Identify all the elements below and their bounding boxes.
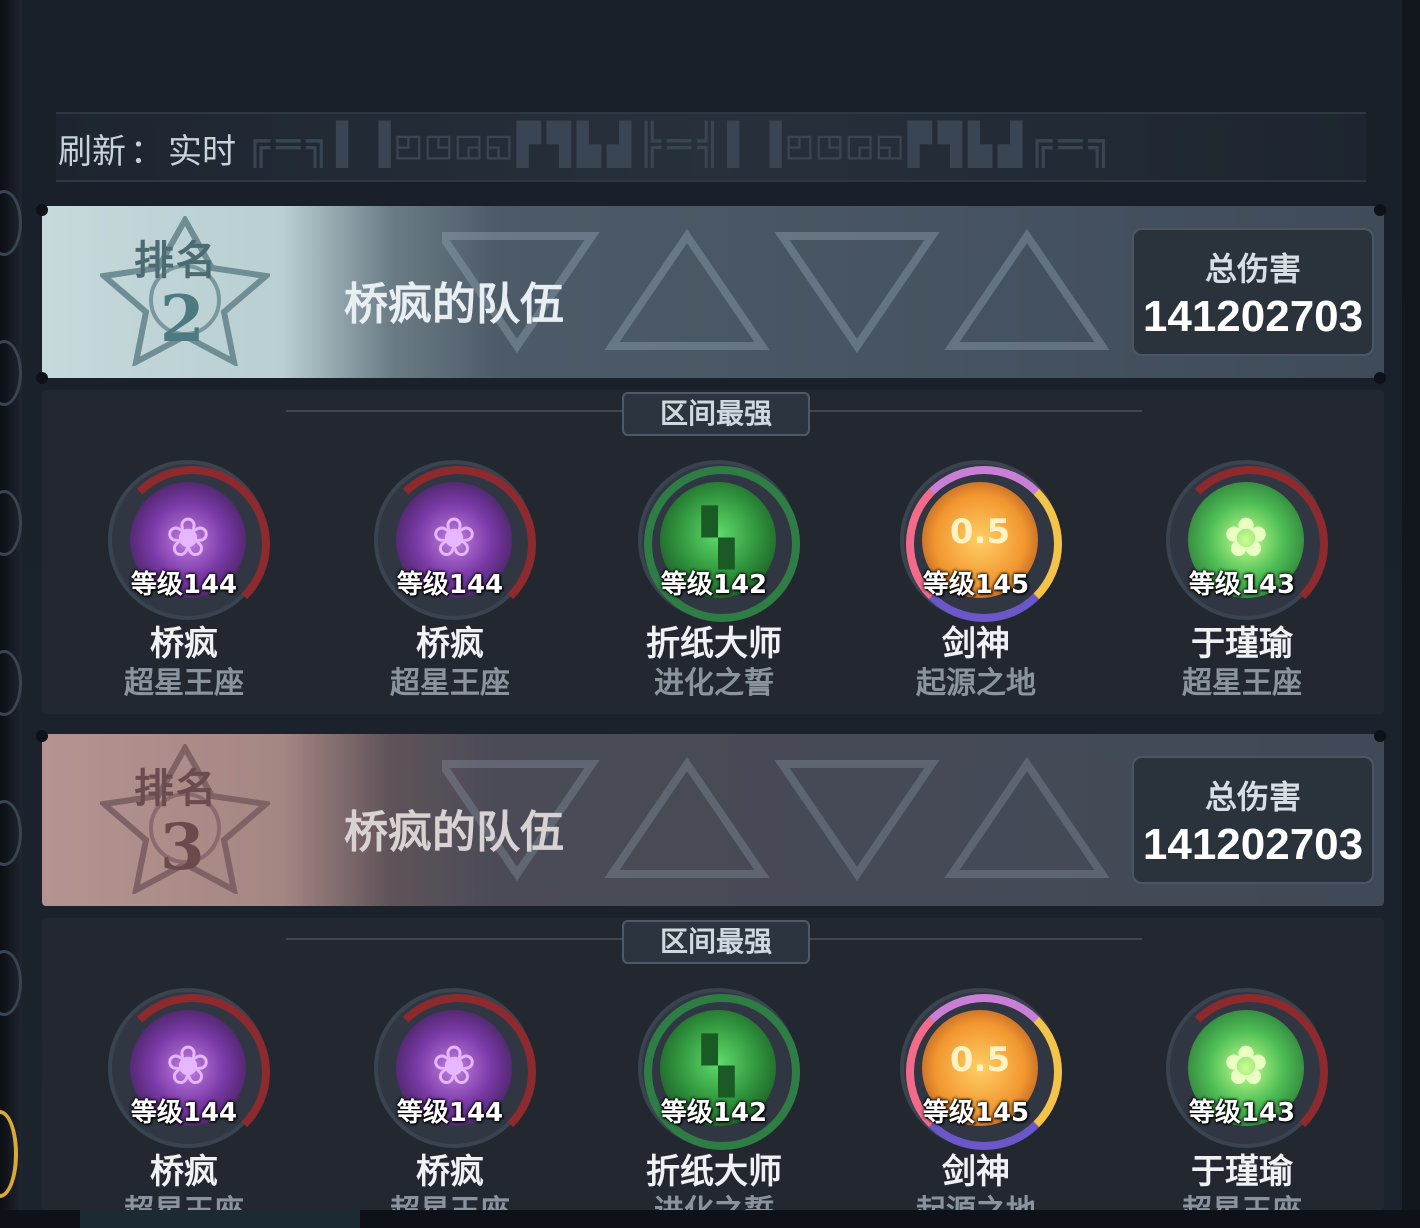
refresh-header-bar: ╔═╗▌▐◰◳◲◱▛▜▙▟╠═╣▌▐◰◳◲◱▛▜▙▟╔═╗ xyxy=(56,112,1366,182)
rose-icon: ❀ xyxy=(165,506,211,569)
side-edge xyxy=(0,0,22,1228)
member-card[interactable]: ▚ 等级142 折纸大师 进化之誓 xyxy=(614,460,814,701)
total-damage-value: 141202703 xyxy=(1142,292,1364,341)
gold-ring-decoration xyxy=(0,1110,18,1198)
member-card[interactable]: ▚ 等级142 折纸大师 进化之誓 xyxy=(614,988,814,1210)
member-server: 超星王座 xyxy=(350,1186,550,1210)
member-card[interactable]: ❀ 等级144 桥疯 超星王座 xyxy=(350,460,550,701)
side-ring-decoration xyxy=(0,800,22,866)
section-divider xyxy=(286,410,626,412)
bottom-strip xyxy=(0,1210,1420,1228)
member-server: 超星王座 xyxy=(390,666,510,701)
section-divider xyxy=(286,938,626,940)
member-level: 等级144 xyxy=(396,1098,504,1128)
total-damage-value: 141202703 xyxy=(1142,820,1364,869)
total-damage-label: 总伤害 xyxy=(1204,250,1301,288)
header-glyph-pattern: ╔═╗▌▐◰◳◲◱▛▜▙▟╠═╣▌▐◰◳◲◱▛▜▙▟╔═╗ xyxy=(246,122,1119,168)
rose-icon: ❀ xyxy=(431,506,477,569)
flower-icon: ✿ xyxy=(1223,506,1269,569)
rose-icon: ❀ xyxy=(165,1034,211,1097)
member-card[interactable]: ❀ 等级144 桥疯 超星王座 xyxy=(84,460,284,701)
refresh-status: 刷新：实时 xyxy=(58,124,236,173)
member-card[interactable]: 0.5 等级145 剑神 起源之地 xyxy=(876,988,1076,1210)
refresh-separator: ： xyxy=(130,132,164,172)
corner-dot xyxy=(1374,204,1386,216)
rose-icon: ❀ xyxy=(431,1034,477,1097)
member-server: 起源之地 xyxy=(876,1186,1076,1210)
member-card[interactable]: ✿ 等级143 于瑾瑜 超星王座 xyxy=(1142,988,1342,1210)
member-level: 等级144 xyxy=(130,570,238,600)
member-level: 等级142 xyxy=(660,570,768,600)
side-ring-decoration xyxy=(0,490,22,556)
rank-label: 排名 xyxy=(134,238,218,284)
member-server: 起源之地 xyxy=(916,666,1036,701)
cake-icon: 0.5 xyxy=(949,1040,1011,1080)
rank-banner-2[interactable]: 排名 2 桥疯的队伍 总伤害 141202703 xyxy=(42,206,1384,378)
member-server: 超星王座 xyxy=(1142,1186,1342,1210)
total-damage-box: 总伤害 141202703 xyxy=(1132,228,1374,356)
refresh-value: 实时 xyxy=(168,132,236,172)
refresh-label: 刷新 xyxy=(58,132,126,172)
rank-banner-3[interactable]: 排名 3 桥疯的队伍 总伤害 141202703 xyxy=(42,734,1384,906)
corner-dot xyxy=(1374,372,1386,384)
section-divider xyxy=(802,410,1142,412)
cake-icon: 0.5 xyxy=(949,512,1011,552)
team-members-panel: 区间最强 ❀ 等级144 桥疯 超星王座 ❀ 等级144 桥疯 超星王座 ▚ 等… xyxy=(42,390,1384,714)
corner-dot xyxy=(36,204,48,216)
member-card[interactable]: 0.5 等级145 剑神 起源之地 xyxy=(876,460,1076,701)
side-ring-decoration xyxy=(0,340,22,406)
flower-icon: ✿ xyxy=(1223,1034,1269,1097)
member-card[interactable]: ❀ 等级144 桥疯 超星王座 xyxy=(350,988,550,1210)
creeper-icon: ▚ xyxy=(701,1034,735,1097)
side-ring-decoration xyxy=(0,190,22,256)
member-level: 等级144 xyxy=(130,1098,238,1128)
corner-dot xyxy=(1374,730,1386,742)
member-server: 进化之誓 xyxy=(654,666,774,701)
member-level: 等级143 xyxy=(1188,1098,1296,1128)
rank-label: 排名 xyxy=(134,766,218,812)
corner-dot xyxy=(36,730,48,742)
member-level: 等级145 xyxy=(922,570,1030,600)
side-ring-decoration xyxy=(0,650,22,716)
rank-number: 2 xyxy=(160,282,205,357)
member-level: 等级144 xyxy=(396,570,504,600)
section-title: 区间最强 xyxy=(622,392,810,436)
section-title: 区间最强 xyxy=(622,920,810,964)
total-damage-label: 总伤害 xyxy=(1204,778,1301,816)
member-level: 等级142 xyxy=(660,1098,768,1128)
member-server: 进化之誓 xyxy=(614,1186,814,1210)
member-card[interactable]: ✿ 等级143 于瑾瑜 超星王座 xyxy=(1142,460,1342,701)
creeper-icon: ▚ xyxy=(701,506,735,569)
member-level: 等级143 xyxy=(1188,570,1296,600)
member-server: 超星王座 xyxy=(84,1186,284,1210)
section-divider xyxy=(802,938,1142,940)
team-name: 桥疯的队伍 xyxy=(344,807,564,858)
member-level: 等级145 xyxy=(922,1098,1030,1128)
team-members-panel: 区间最强 ❀ 等级144 桥疯 超星王座 ❀ 等级144 桥疯 超星王座 ▚ 等… xyxy=(42,918,1384,1210)
corner-dot xyxy=(36,372,48,384)
team-name: 桥疯的队伍 xyxy=(344,279,564,330)
member-server: 超星王座 xyxy=(1182,666,1302,701)
rank-number: 3 xyxy=(160,810,205,885)
side-ring-decoration xyxy=(0,950,22,1016)
total-damage-box: 总伤害 141202703 xyxy=(1132,756,1374,884)
member-server: 超星王座 xyxy=(124,666,244,701)
member-card[interactable]: ❀ 等级144 桥疯 超星王座 xyxy=(84,988,284,1210)
